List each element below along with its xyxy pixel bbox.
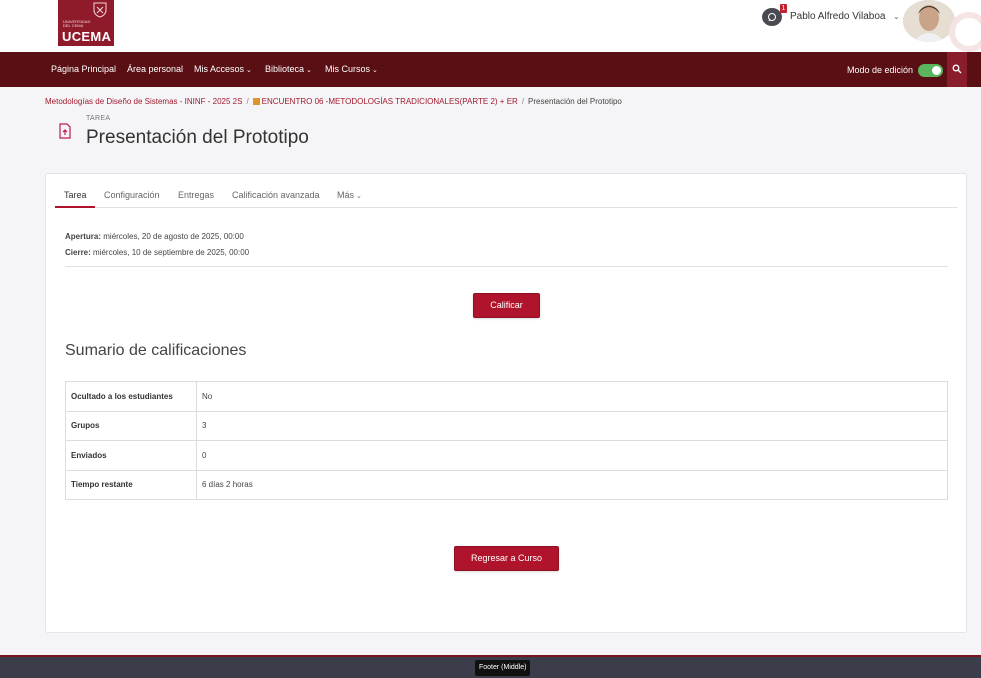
top-header: UNIVERSIDAD DEL CEMA UCEMA 1 Pablo Alfre…: [0, 0, 981, 52]
tab-settings[interactable]: Configuración: [104, 190, 160, 200]
grading-summary-table: Ocultado a los estudiantes No Grupos 3 E…: [65, 381, 948, 500]
row-value: 0: [196, 440, 948, 471]
row-value: 3: [196, 410, 948, 441]
page-title: Presentación del Prototipo: [86, 127, 309, 148]
active-tab-indicator: [55, 206, 95, 208]
folder-icon: [252, 98, 260, 105]
breadcrumb-course[interactable]: Metodologías de Diseño de Sistemas - INI…: [45, 97, 242, 106]
assignment-dates: Apertura: miércoles, 20 de agosto de 202…: [65, 229, 249, 261]
chat-icon: [768, 13, 776, 22]
edit-mode-toggle[interactable]: [918, 64, 943, 77]
row-key: Ocultado a los estudiantes: [65, 381, 197, 412]
logo-small-text: UNIVERSIDAD DEL CEMA: [63, 19, 91, 28]
search-icon: [952, 64, 962, 74]
toggle-knob: [932, 66, 941, 75]
secondary-navigation: Tarea Configuración Entregas Calificació…: [55, 174, 958, 208]
footer-tag: Footer (Middle): [475, 660, 531, 676]
chevron-down-icon: ⌄: [372, 67, 378, 74]
chevron-down-icon: ⌄: [356, 193, 362, 200]
back-to-course-button[interactable]: Regresar a Curso: [454, 546, 559, 571]
open-date: Apertura: miércoles, 20 de agosto de 202…: [65, 232, 244, 241]
chevron-down-icon[interactable]: ⌄: [893, 12, 900, 21]
chevron-down-icon: ⌄: [246, 67, 252, 74]
nav-item-my-courses[interactable]: Mis Cursos ⌄: [325, 64, 378, 74]
grade-button[interactable]: Calificar: [473, 293, 540, 318]
notifications-button[interactable]: [762, 8, 782, 26]
breadcrumb-separator: /: [246, 97, 249, 106]
nav-item-my-access[interactable]: Mis Accesos ⌄: [194, 64, 252, 74]
row-key: Enviados: [65, 440, 197, 471]
assignment-card: Tarea Configuración Entregas Calificació…: [45, 173, 967, 633]
user-menu-name[interactable]: Pablo Alfredo Vilaboa: [790, 11, 885, 22]
tab-more[interactable]: Más ⌄: [337, 190, 362, 200]
footer: Footer (Middle): [0, 655, 981, 678]
breadcrumb-section[interactable]: ENCUENTRO 06 -METODOLOGÍAS TRADICIONALES…: [262, 97, 518, 106]
close-date: Cierre: miércoles, 10 de septiembre de 2…: [65, 248, 250, 257]
notification-badge: 1: [780, 4, 787, 13]
ucema-logo[interactable]: UNIVERSIDAD DEL CEMA UCEMA: [58, 0, 114, 46]
table-row: Ocultado a los estudiantes No: [65, 381, 948, 412]
crest-icon: [93, 2, 107, 18]
page-kicker: TAREA: [86, 115, 111, 122]
row-value: No: [196, 381, 948, 412]
search-button[interactable]: [947, 52, 967, 87]
main-navigation: Página Principal Área personal Mis Acces…: [0, 52, 981, 87]
header-decoration: [941, 0, 981, 52]
grading-summary-title: Sumario de calificaciones: [65, 342, 247, 359]
nav-item-personal-area[interactable]: Área personal: [127, 64, 183, 74]
breadcrumb: Metodologías de Diseño de Sistemas - INI…: [45, 97, 622, 106]
edit-mode-label: Modo de edición: [847, 65, 914, 75]
row-value: 6 días 2 horas: [196, 469, 948, 500]
assignment-icon: [59, 123, 71, 139]
table-row: Enviados 0: [65, 440, 948, 471]
row-key: Grupos: [65, 410, 197, 441]
logo-name: UCEMA: [62, 29, 112, 44]
row-key: Tiempo restante: [65, 469, 197, 500]
chevron-down-icon: ⌄: [306, 67, 312, 74]
divider: [65, 266, 948, 267]
tab-advanced-grading[interactable]: Calificación avanzada: [232, 190, 320, 200]
breadcrumb-current: Presentación del Prototipo: [528, 97, 622, 106]
nav-item-library[interactable]: Biblioteca ⌄: [265, 64, 312, 74]
tab-assignment[interactable]: Tarea: [64, 190, 87, 200]
table-row: Grupos 3: [65, 410, 948, 441]
table-row: Tiempo restante 6 días 2 horas: [65, 469, 948, 500]
tab-submissions[interactable]: Entregas: [178, 190, 214, 200]
nav-item-home[interactable]: Página Principal: [51, 64, 116, 74]
breadcrumb-separator: /: [521, 97, 525, 106]
